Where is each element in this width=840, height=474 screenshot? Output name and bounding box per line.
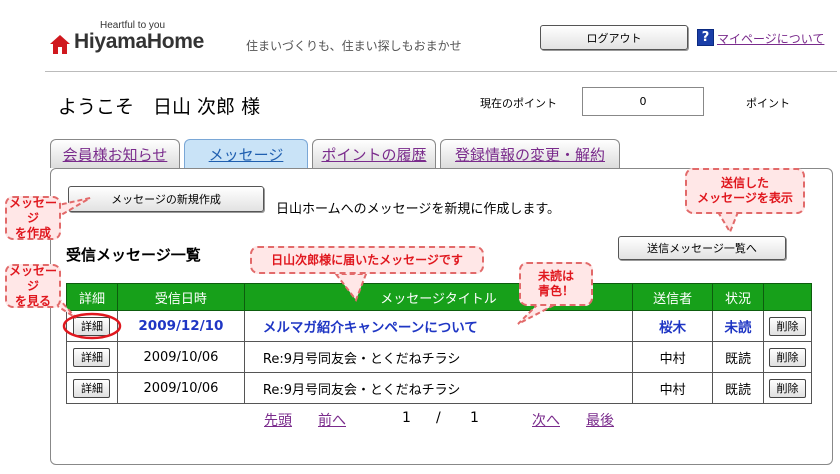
callout-received-messages: 日山次郎様に届いたメッセージです <box>250 246 484 274</box>
tab-points-history[interactable]: ポイントの履歴 <box>312 139 436 168</box>
callout-create-message: メッセージ を作成 <box>5 196 61 240</box>
tab-account-settings[interactable]: 登録情報の変更・解約 <box>440 139 620 168</box>
column-header-status: 状況 <box>712 283 764 311</box>
delete-cell: 削除 <box>762 310 813 342</box>
delete-cell: 削除 <box>762 372 813 404</box>
pager-first-link[interactable]: 先頭 <box>264 410 292 430</box>
message-title[interactable]: メルマガ紹介キャンペーンについて <box>243 310 634 342</box>
detail-cell: 詳細 <box>66 310 118 342</box>
column-header-action <box>762 283 813 311</box>
pager-prev-link[interactable]: 前へ <box>318 410 346 430</box>
detail-cell: 詳細 <box>66 341 118 373</box>
received-date: 2009/12/10 <box>116 310 245 342</box>
detail-button[interactable]: 詳細 <box>73 347 111 367</box>
delete-button[interactable]: 削除 <box>768 316 806 336</box>
points-unit: ポイント <box>746 97 790 110</box>
welcome-message: ようこそ 日山 次郎 様 <box>58 96 261 118</box>
column-header-sender: 送信者 <box>632 283 714 311</box>
pager-current-page: 1 <box>402 410 411 426</box>
callout-view-message: メッセージ を見る <box>5 264 61 308</box>
callout-sent-messages: 送信した メッセージを表示 <box>685 168 805 214</box>
delete-button[interactable]: 削除 <box>768 347 806 367</box>
sender: 中村 <box>632 372 714 404</box>
tab-member-news[interactable]: 会員様お知らせ <box>50 139 180 168</box>
callout-text: メッセージ を作成 <box>8 195 57 240</box>
callout-text: 日山次郎様に届いたメッセージです <box>271 252 463 267</box>
table-row: 詳細 2009/10/06 Re:9月号同友会・とくだねチラシ 中村 既読 削除 <box>66 341 813 373</box>
points-label: 現在のポイント <box>480 97 557 110</box>
read-status: 未読 <box>712 310 764 342</box>
detail-cell: 詳細 <box>66 372 118 404</box>
column-header-date: 受信日時 <box>116 283 245 311</box>
pager-total-pages: 1 <box>470 410 479 426</box>
read-status: 既読 <box>712 341 764 373</box>
callout-unread-blue: 未読は 青色！ <box>519 262 593 306</box>
callout-text: 未読は 青色！ <box>537 269 574 298</box>
callout-text: メッセージ を見る <box>8 263 57 308</box>
tab-label: メッセージ <box>208 146 284 164</box>
table-header-row: 詳細 受信日時 メッセージタイトル 送信者 状況 <box>66 283 813 311</box>
logo-brand-name: HiyamaHome <box>74 30 205 53</box>
help-icon[interactable]: ? <box>697 29 714 46</box>
new-message-button[interactable]: メッセージの新規作成 <box>68 186 264 212</box>
header-divider <box>45 71 837 72</box>
message-title[interactable]: Re:9月号同友会・とくだねチラシ <box>243 372 634 404</box>
pager-last-link[interactable]: 最後 <box>586 410 614 430</box>
new-message-description: 日山ホームへのメッセージを新規に作成します。 <box>276 202 561 217</box>
detail-button[interactable]: 詳細 <box>73 316 111 336</box>
table-row: 詳細 2009/10/06 Re:9月号同友会・とくだねチラシ 中村 既読 削除 <box>66 372 813 404</box>
tab-label: 会員様お知らせ <box>62 145 168 164</box>
inbox-title: 受信メッセージ一覧 <box>66 246 201 264</box>
delete-cell: 削除 <box>762 341 813 373</box>
site-tagline: 住まいづくりも、住まい探しもおまかせ <box>246 39 462 53</box>
delete-button[interactable]: 削除 <box>768 378 806 398</box>
mypage-help-link[interactable]: マイページについて <box>717 30 824 47</box>
sent-messages-button[interactable]: 送信メッセージ一覧へ <box>618 236 786 260</box>
inbox-table: 詳細 受信日時 メッセージタイトル 送信者 状況 詳細 2009/12/10 メ… <box>66 283 813 404</box>
house-icon <box>50 35 70 54</box>
pager-next-link[interactable]: 次へ <box>532 410 560 430</box>
points-value: 0 <box>582 87 704 116</box>
sender: 中村 <box>632 341 714 373</box>
tab-label: 登録情報の変更・解約 <box>454 145 605 164</box>
detail-button[interactable]: 詳細 <box>73 378 111 398</box>
table-row: 詳細 2009/12/10 メルマガ紹介キャンペーンについて 桜木 未読 削除 <box>66 310 813 342</box>
tab-label: ポイントの履歴 <box>321 145 427 164</box>
pager-separator: / <box>436 410 441 426</box>
hiyama-home-logo[interactable]: Heartful to you HiyamaHome <box>50 20 220 56</box>
callout-text: 送信した メッセージを表示 <box>697 176 793 205</box>
logout-button[interactable]: ログアウト <box>540 25 688 50</box>
tab-messages[interactable]: メッセージ <box>184 139 308 169</box>
message-title[interactable]: Re:9月号同友会・とくだねチラシ <box>243 341 634 373</box>
received-date: 2009/10/06 <box>116 372 245 404</box>
read-status: 既読 <box>712 372 764 404</box>
column-header-detail: 詳細 <box>66 283 118 311</box>
received-date: 2009/10/06 <box>116 341 245 373</box>
sender: 桜木 <box>632 310 714 342</box>
